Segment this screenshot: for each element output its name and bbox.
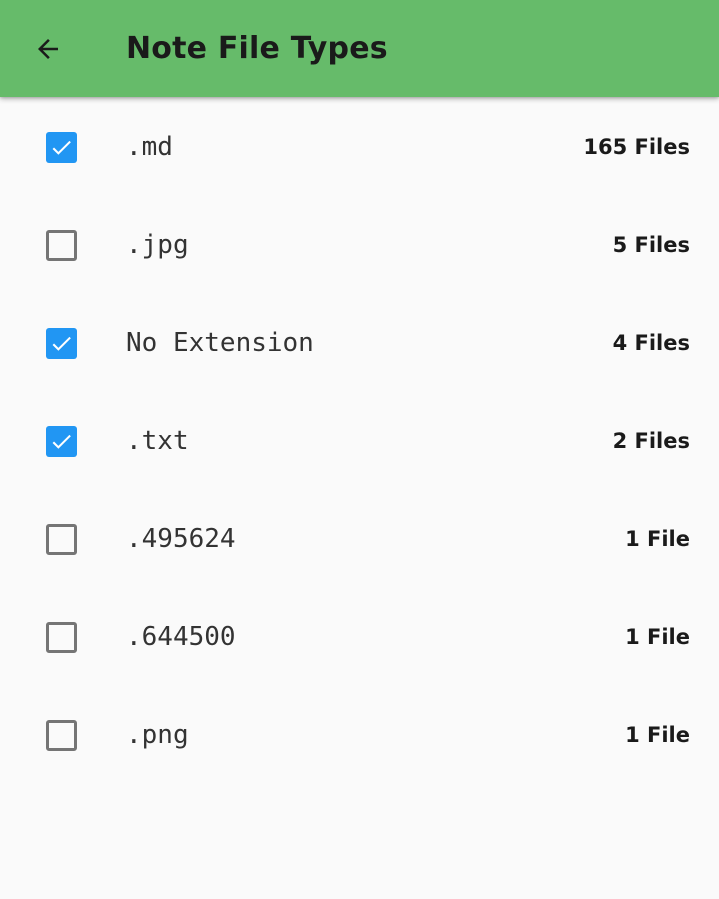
back-button[interactable]: [20, 24, 76, 74]
file-extension-label: .495624: [126, 524, 236, 554]
arrow-left-icon: [38, 39, 58, 59]
file-type-checkbox[interactable]: [46, 720, 77, 751]
file-count-label: 5 Files: [612, 233, 690, 257]
file-type-list: .md 165 Files .jpg 5 Files No Extension …: [0, 98, 719, 784]
check-icon: [52, 434, 71, 449]
file-type-checkbox[interactable]: [46, 524, 77, 555]
file-extension-label: No Extension: [126, 328, 314, 358]
file-count-label: 165 Files: [583, 135, 690, 159]
file-type-row[interactable]: .png 1 File: [0, 686, 719, 784]
page-title: Note File Types: [126, 31, 388, 66]
file-type-row[interactable]: .jpg 5 Files: [0, 196, 719, 294]
file-type-row[interactable]: No Extension 4 Files: [0, 294, 719, 392]
file-type-checkbox[interactable]: [46, 230, 77, 261]
file-count-label: 4 Files: [612, 331, 690, 355]
check-icon: [52, 336, 71, 351]
file-count-label: 1 File: [625, 527, 690, 551]
file-extension-label: .png: [126, 720, 189, 750]
file-type-row[interactable]: .644500 1 File: [0, 588, 719, 686]
file-type-row[interactable]: .495624 1 File: [0, 490, 719, 588]
file-count-label: 1 File: [625, 625, 690, 649]
app-bar: Note File Types: [0, 0, 719, 97]
file-extension-label: .644500: [126, 622, 236, 652]
file-count-label: 2 Files: [612, 429, 690, 453]
file-type-checkbox[interactable]: [46, 132, 77, 163]
file-type-row[interactable]: .md 165 Files: [0, 98, 719, 196]
file-extension-label: .txt: [126, 426, 189, 456]
file-count-label: 1 File: [625, 723, 690, 747]
file-type-row[interactable]: .txt 2 Files: [0, 392, 719, 490]
file-type-checkbox[interactable]: [46, 328, 77, 359]
file-type-checkbox[interactable]: [46, 622, 77, 653]
file-extension-label: .jpg: [126, 230, 189, 260]
check-icon: [52, 140, 71, 155]
file-extension-label: .md: [126, 132, 173, 162]
file-type-checkbox[interactable]: [46, 426, 77, 457]
